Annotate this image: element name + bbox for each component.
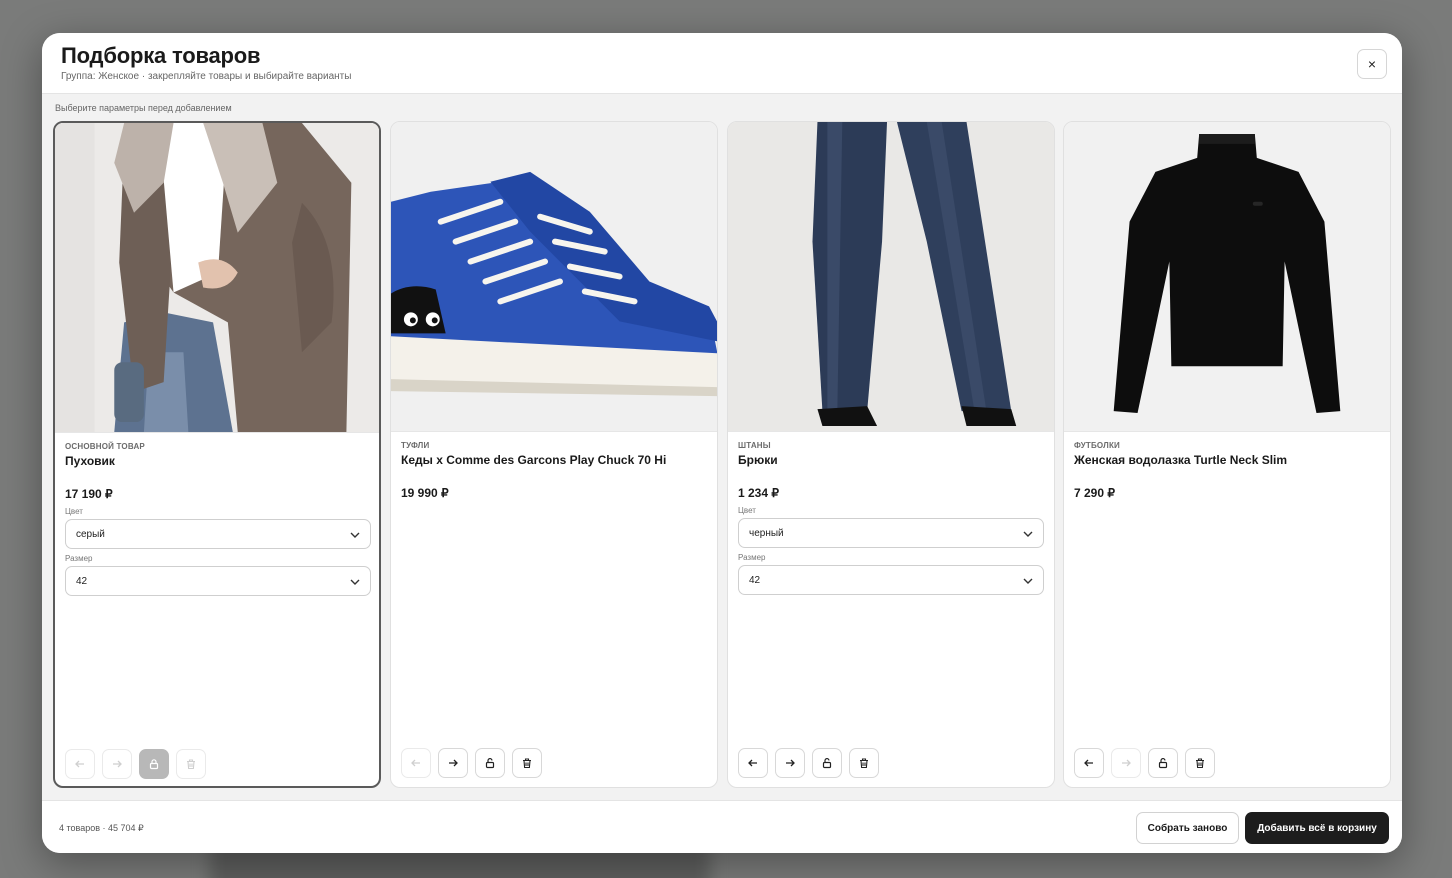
delete-button[interactable] [1185,748,1215,778]
move-right-button[interactable] [775,748,805,778]
close-icon: × [1367,56,1377,72]
move-left-button[interactable] [1074,748,1104,778]
arrow-right-icon [1122,759,1131,767]
product-category: ОСНОВНОЙ ТОВАР [65,442,145,451]
product-category: ТУФЛИ [401,441,430,450]
product-price: 19 990 ₽ [401,486,449,500]
color-select-value: серый [76,528,105,540]
pin-button[interactable] [139,749,169,779]
size-label: Размер [65,554,93,563]
product-card[interactable]: ТУФЛИ Кеды x Comme des Garcons Play Chuc… [390,121,718,788]
product-name: Кеды x Comme des Garcons Play Chuck 70 H… [401,453,667,467]
chevron-down-icon [350,579,360,585]
size-select[interactable]: 42 [65,566,371,596]
chevron-down-icon [1023,578,1033,584]
product-selection-modal: Подборка товаров Группа: Женское · закре… [42,33,1402,853]
color-select[interactable]: серый [65,519,371,549]
rebuild-button[interactable]: Собрать заново [1136,812,1239,844]
size-select[interactable]: 42 [738,565,1044,595]
move-left-button[interactable] [738,748,768,778]
product-price: 7 290 ₽ [1074,486,1115,500]
close-button[interactable]: × [1357,49,1387,79]
unlock-icon [485,758,495,769]
product-price: 1 234 ₽ [738,486,779,500]
move-left-button[interactable] [401,748,431,778]
product-name: Брюки [738,453,778,467]
color-label: Цвет [65,507,83,516]
arrow-left-icon [748,759,757,767]
size-select-value: 42 [76,575,88,587]
product-card[interactable]: ШТАНЫ Брюки 1 234 ₽ Цвет черный Размер 4… [727,121,1055,788]
product-image [1064,122,1390,432]
product-cards: ОСНОВНОЙ ТОВАР Пуховик 17 190 ₽ Цвет сер… [53,121,1391,788]
size-select-value: 42 [749,574,761,586]
delete-button[interactable] [176,749,206,779]
chevron-down-icon [350,532,360,538]
chevron-down-icon [1023,531,1033,537]
pin-button[interactable] [812,748,842,778]
product-card[interactable]: ФУТБОЛКИ Женская водолазка Turtle Neck S… [1063,121,1391,788]
delete-button[interactable] [849,748,879,778]
product-card[interactable]: ОСНОВНОЙ ТОВАР Пуховик 17 190 ₽ Цвет сер… [53,121,381,788]
pin-button[interactable] [475,748,505,778]
arrow-left-icon [1084,759,1093,767]
trash-icon [523,758,531,769]
arrow-left-icon [75,760,84,768]
add-all-to-cart-button[interactable]: Добавить всё в корзину [1245,812,1389,844]
arrow-left-icon [411,759,420,767]
arrow-right-icon [786,759,795,767]
color-select-value: черный [749,527,784,539]
hint-text: Выберите параметры перед добавлением [55,103,232,113]
trash-icon [1196,758,1204,769]
product-name: Женская водолазка Turtle Neck Slim [1074,453,1288,467]
size-label: Размер [738,553,766,562]
arrow-right-icon [449,759,458,767]
product-price: 17 190 ₽ [65,487,113,501]
product-image [728,122,1054,432]
move-right-button[interactable] [438,748,468,778]
move-right-button[interactable] [1111,748,1141,778]
move-right-button[interactable] [102,749,132,779]
product-name: Пуховик [65,454,115,468]
trash-icon [860,758,868,769]
trash-icon [187,759,195,770]
product-image [391,122,717,432]
modal-footer: 4 товаров · 45 704 ₽ Собрать заново Доба… [42,800,1402,853]
modal-header: Подборка товаров Группа: Женское · закре… [42,33,1402,94]
modal-subtitle: Группа: Женское · закрепляйте товары и в… [61,71,352,82]
color-label: Цвет [738,506,756,515]
unlock-icon [822,758,832,769]
product-image [55,123,379,433]
product-category: ШТАНЫ [738,441,771,450]
cart-summary: 4 товаров · 45 704 ₽ [59,823,144,833]
pin-button[interactable] [1148,748,1178,778]
unlock-icon [1158,758,1168,769]
lock-icon [149,759,159,770]
color-select[interactable]: черный [738,518,1044,548]
move-left-button[interactable] [65,749,95,779]
delete-button[interactable] [512,748,542,778]
modal-title: Подборка товаров [61,43,261,68]
arrow-right-icon [113,760,122,768]
product-category: ФУТБОЛКИ [1074,441,1121,450]
